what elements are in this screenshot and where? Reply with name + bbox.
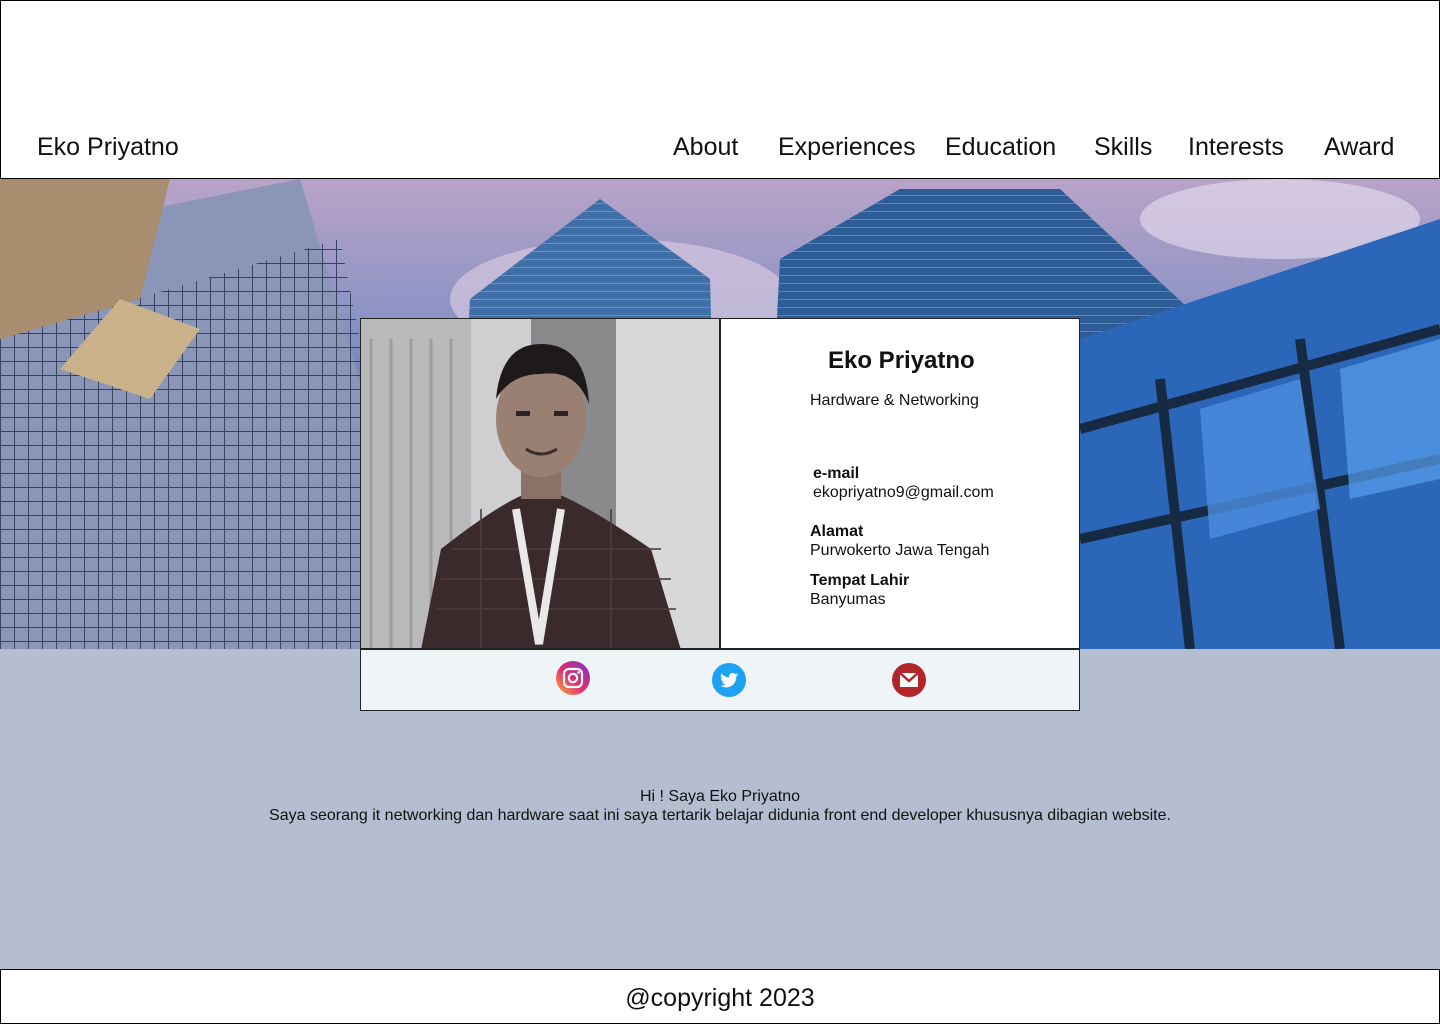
email-value[interactable]: ekopriyatno9@gmail.com	[813, 484, 994, 502]
nav-skills[interactable]: Skills	[1094, 133, 1152, 162]
person-photo-illustration	[361, 319, 719, 648]
email-label: e-mail	[813, 465, 860, 482]
social-links	[360, 649, 1080, 711]
address-value: Purwokerto Jawa Tengah	[810, 542, 990, 559]
site-footer: @copyright 2023	[0, 969, 1440, 1024]
gmail-icon[interactable]	[891, 662, 927, 698]
profile-role: Hardware & Networking	[810, 392, 979, 409]
birthplace-value: Banyumas	[810, 591, 886, 608]
instagram-icon[interactable]	[555, 660, 591, 696]
profile-photo	[360, 318, 720, 649]
bio-description: Saya seorang it networking dan hardware …	[269, 807, 1171, 824]
nav-award[interactable]: Award	[1324, 133, 1394, 162]
nav-about[interactable]: About	[673, 133, 738, 162]
main-nav: About Experiences Education Skills Inter…	[1, 133, 1439, 163]
address-label: Alamat	[810, 523, 864, 540]
site-header: Eko Priyatno About Experiences Education…	[0, 0, 1440, 179]
birthplace-label: Tempat Lahir	[810, 572, 910, 589]
nav-education[interactable]: Education	[945, 133, 1056, 162]
bio-section: Hi ! Saya Eko Priyatno Saya seorang it n…	[0, 787, 1440, 825]
profile-info-card: Eko Priyatno Hardware & Networking e-mai…	[720, 318, 1080, 649]
copyright-text: @copyright 2023	[625, 984, 815, 1012]
twitter-icon[interactable]	[711, 662, 747, 698]
bio-greeting: Hi ! Saya Eko Priyatno	[639, 788, 801, 805]
profile-name: Eko Priyatno	[828, 347, 975, 374]
nav-interests[interactable]: Interests	[1188, 133, 1284, 162]
nav-experiences[interactable]: Experiences	[778, 133, 916, 162]
